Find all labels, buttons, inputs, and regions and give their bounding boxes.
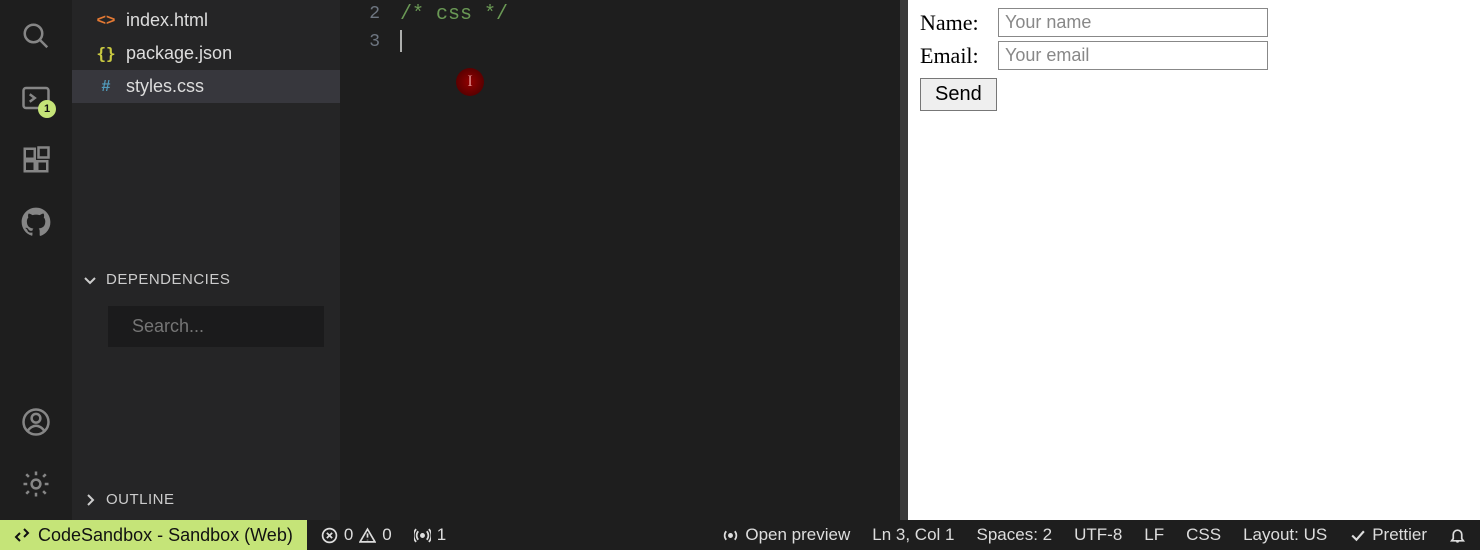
code-editor[interactable]: 2/* css */3 I xyxy=(340,0,908,520)
warning-icon xyxy=(359,527,376,544)
click-indicator: I xyxy=(456,68,484,96)
send-button[interactable]: Send xyxy=(920,78,997,111)
chevron-down-icon xyxy=(82,272,98,288)
remote-indicator[interactable]: CodeSandbox - Sandbox (Web) xyxy=(0,520,307,550)
status-bar: CodeSandbox - Sandbox (Web) 0 0 1 Open p… xyxy=(0,520,1480,550)
bell-icon xyxy=(1449,527,1466,544)
sidebar: <> index.html {} package.json # styles.css DE… xyxy=(72,0,340,520)
browser-preview: Name: Email: Send xyxy=(908,0,1480,520)
gear-icon[interactable] xyxy=(20,468,52,500)
indentation[interactable]: Spaces: 2 xyxy=(977,525,1053,545)
cursor-position[interactable]: Ln 3, Col 1 xyxy=(872,525,954,545)
encoding[interactable]: UTF-8 xyxy=(1074,525,1122,545)
dependencies-section[interactable]: DEPENDENCIES xyxy=(72,263,340,296)
email-field[interactable] xyxy=(998,41,1268,70)
dependency-search-input[interactable] xyxy=(132,316,364,337)
file-type-icon: {} xyxy=(96,44,116,63)
line-number: 2 xyxy=(340,4,400,24)
prettier-status[interactable]: Prettier xyxy=(1349,525,1427,545)
name-label: Name: xyxy=(920,10,990,36)
file-item[interactable]: # styles.css xyxy=(72,70,340,103)
file-item[interactable]: <> index.html xyxy=(72,4,340,37)
outline-section[interactable]: OUTLINE xyxy=(72,483,340,516)
terminal-panel-icon[interactable]: 1 xyxy=(20,82,52,114)
eol[interactable]: LF xyxy=(1144,525,1164,545)
dependency-search[interactable] xyxy=(108,306,324,347)
file-label: package.json xyxy=(126,43,232,64)
terminal-badge: 1 xyxy=(38,100,56,118)
remote-icon xyxy=(14,527,30,543)
account-icon[interactable] xyxy=(20,406,52,438)
code-content xyxy=(400,30,908,53)
activity-bar: 1 xyxy=(0,0,72,520)
text-cursor xyxy=(400,30,402,52)
open-preview-button[interactable]: Open preview xyxy=(722,525,850,545)
chevron-right-icon xyxy=(82,492,98,508)
ports-indicator[interactable]: 1 xyxy=(414,525,446,545)
notifications-button[interactable] xyxy=(1449,527,1466,544)
email-label: Email: xyxy=(920,43,990,69)
name-field[interactable] xyxy=(998,8,1268,37)
editor-line[interactable]: 2/* css */ xyxy=(340,0,908,28)
problems-indicator[interactable]: 0 0 xyxy=(321,525,392,545)
file-list: <> index.html {} package.json # styles.css xyxy=(72,0,340,103)
check-icon xyxy=(1349,527,1366,544)
file-label: index.html xyxy=(126,10,208,31)
code-content: /* css */ xyxy=(400,3,908,26)
broadcast-icon xyxy=(722,527,739,544)
editor-line[interactable]: 3 xyxy=(340,28,908,56)
search-icon[interactable] xyxy=(20,20,52,52)
dependencies-label: DEPENDENCIES xyxy=(106,271,230,288)
keyboard-layout[interactable]: Layout: US xyxy=(1243,525,1327,545)
editor-lines: 2/* css */3 xyxy=(340,0,908,56)
file-type-icon: # xyxy=(96,78,116,96)
editor-scrollbar[interactable] xyxy=(900,0,908,520)
outline-label: OUTLINE xyxy=(106,491,175,508)
line-number: 3 xyxy=(340,32,400,52)
language-mode[interactable]: CSS xyxy=(1186,525,1221,545)
file-label: styles.css xyxy=(126,76,204,97)
extensions-icon[interactable] xyxy=(20,144,52,176)
file-type-icon: <> xyxy=(96,12,116,30)
error-icon xyxy=(321,527,338,544)
file-item[interactable]: {} package.json xyxy=(72,37,340,70)
broadcast-icon xyxy=(414,527,431,544)
github-icon[interactable] xyxy=(20,206,52,238)
